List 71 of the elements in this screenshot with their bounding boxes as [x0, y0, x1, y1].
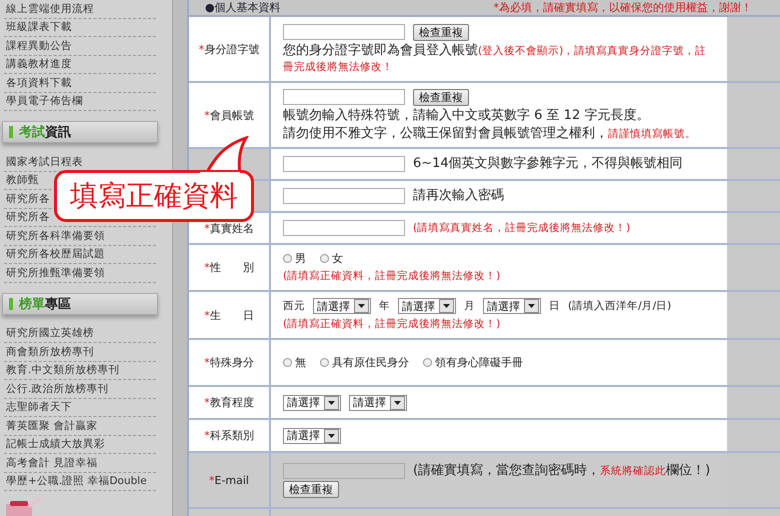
sidebar-link[interactable]: 高考會計 見證幸福 — [4, 456, 98, 470]
hint-text: 6~14個英文與數字參雜字元，不得與帳號相同 — [413, 156, 683, 172]
field-label: *性 別 — [204, 260, 254, 275]
field-label: *真實姓名 — [204, 220, 254, 236]
field-label: *身分證字號 — [198, 42, 260, 56]
radio-option[interactable]: 女 — [320, 251, 343, 266]
check-duplicate-button[interactable]: 檢查重複 — [413, 88, 469, 106]
sidebar-link[interactable]: 志聖師者天下 — [4, 400, 72, 414]
radio-option[interactable]: 具有原住民身分 — [320, 355, 409, 370]
field-label: *科系類別 — [204, 428, 254, 443]
hint-text: 帳號勿輸入特殊符號，請輸入中文或英數字 6 至 12 字元長度。 — [283, 108, 650, 124]
section-title: ●個人基本資料 — [205, 0, 281, 15]
unit-label: 日 — [549, 299, 560, 313]
radio-option[interactable]: 領有身心障礙手冊 — [423, 355, 523, 370]
section-header: 考試資訊 — [2, 121, 158, 143]
select-dropdown[interactable]: 請選擇 — [283, 394, 341, 410]
sidebar-link[interactable]: 研究所各科準備要領 — [4, 228, 105, 243]
field-label: *教育程度 — [204, 395, 254, 410]
sidebar-link[interactable]: 教育.中文類所放榜專刊 — [4, 363, 120, 378]
select-dropdown[interactable]: 請選擇 — [483, 298, 541, 314]
section-header: 榜單專區 — [2, 292, 158, 314]
required-notice: *為必填，請確實填寫，以確保您的使用權益，謝謝！ — [494, 0, 752, 15]
sidebar-link[interactable]: 研究所各校歷屆試題 — [4, 247, 105, 262]
hint-text: (請確實填寫，當您查詢密碼時，系統將確認此欄位！) — [413, 462, 710, 478]
field-label: *生 日 — [204, 308, 254, 322]
sidebar-link[interactable]: 學員電子佈告欄 — [4, 94, 83, 108]
hint-text: (請填入西洋年/月/日) — [568, 299, 672, 313]
hint-text: 請再次輸入密碼 — [413, 188, 504, 204]
email-field[interactable] — [283, 462, 405, 478]
era-label: 西元 — [283, 299, 305, 313]
sidebar-link[interactable]: 國家考試日程表 — [4, 154, 83, 169]
sidebar-link[interactable]: 研究所各 — [4, 210, 50, 224]
sidebar-link[interactable]: 線上雲端使用流程 — [4, 2, 94, 16]
unit-label: 月 — [464, 299, 475, 313]
check-duplicate-button[interactable]: 檢查重複 — [283, 480, 339, 498]
select-dropdown[interactable]: 請選擇 — [398, 298, 456, 314]
sidebar-link[interactable]: 講義教材進度 — [4, 57, 72, 72]
sidebar-link[interactable]: 班級課表下載 — [4, 20, 72, 34]
sidebar-link[interactable]: 研究所國立英雄榜 — [4, 326, 94, 340]
sidebar-link[interactable]: 研究所各 — [4, 192, 50, 206]
sidebar-link[interactable]: 記帳士成績大放異彩 — [4, 437, 105, 452]
hint-text: 您的身分證字號即為會員登入帳號(登入後不會顯示)，請填寫真實身分證字號，註冊完成後將無法修改！ — [283, 42, 708, 74]
sidebar-link[interactable]: 學歷+公職.證照 幸福Double — [4, 474, 147, 488]
warning-text: (請填寫正確資料，註冊完成後將無法修改！) — [283, 269, 502, 284]
radio-option[interactable]: 男 — [283, 251, 306, 266]
warning-text: (請填寫真實姓名，註冊完成後將無法修改！) — [413, 221, 630, 236]
select-dropdown[interactable]: 請選擇 — [349, 394, 407, 410]
hint-text: 請勿使用不雅文字，公職王保留對會員帳號管理之權利，請謹慎填寫帳號。 — [283, 126, 697, 142]
text-field[interactable] — [283, 156, 405, 172]
pencil-icon — [4, 494, 44, 516]
radio-option[interactable]: 無 — [283, 355, 306, 370]
field-label: *E-mail — [209, 474, 249, 486]
sidebar-link[interactable]: 各項資料下載 — [4, 76, 72, 90]
warning-text: (請填寫正確資料，註冊完成後將無法修改！) — [283, 317, 502, 332]
field-label: *會員帳號 — [204, 108, 254, 122]
select-dropdown[interactable]: 請選擇 — [283, 428, 341, 444]
field-label: *特殊身分 — [204, 355, 254, 370]
sidebar-link[interactable]: 教師甄 — [4, 173, 39, 188]
check-duplicate-button[interactable]: 檢查重複 — [413, 24, 469, 40]
sidebar-link[interactable]: 研究所推甄準備要領 — [4, 266, 105, 280]
text-field[interactable] — [283, 188, 405, 204]
unit-label: 年 — [379, 299, 390, 313]
sidebar-link[interactable]: 菁英匯聚 會計贏家 — [4, 418, 98, 433]
sidebar-link[interactable]: 公行.政治所放榜專刊 — [4, 382, 108, 396]
sidebar-link[interactable]: 課程異動公告 — [4, 38, 72, 53]
text-field[interactable] — [283, 89, 405, 105]
select-dropdown[interactable]: 請選擇 — [313, 298, 371, 314]
text-field[interactable] — [283, 24, 405, 40]
sidebar-link[interactable]: 商會類所放榜專刊 — [4, 344, 94, 359]
callout-text: 填寫正確資料 — [70, 178, 238, 214]
text-field[interactable] — [283, 220, 405, 236]
